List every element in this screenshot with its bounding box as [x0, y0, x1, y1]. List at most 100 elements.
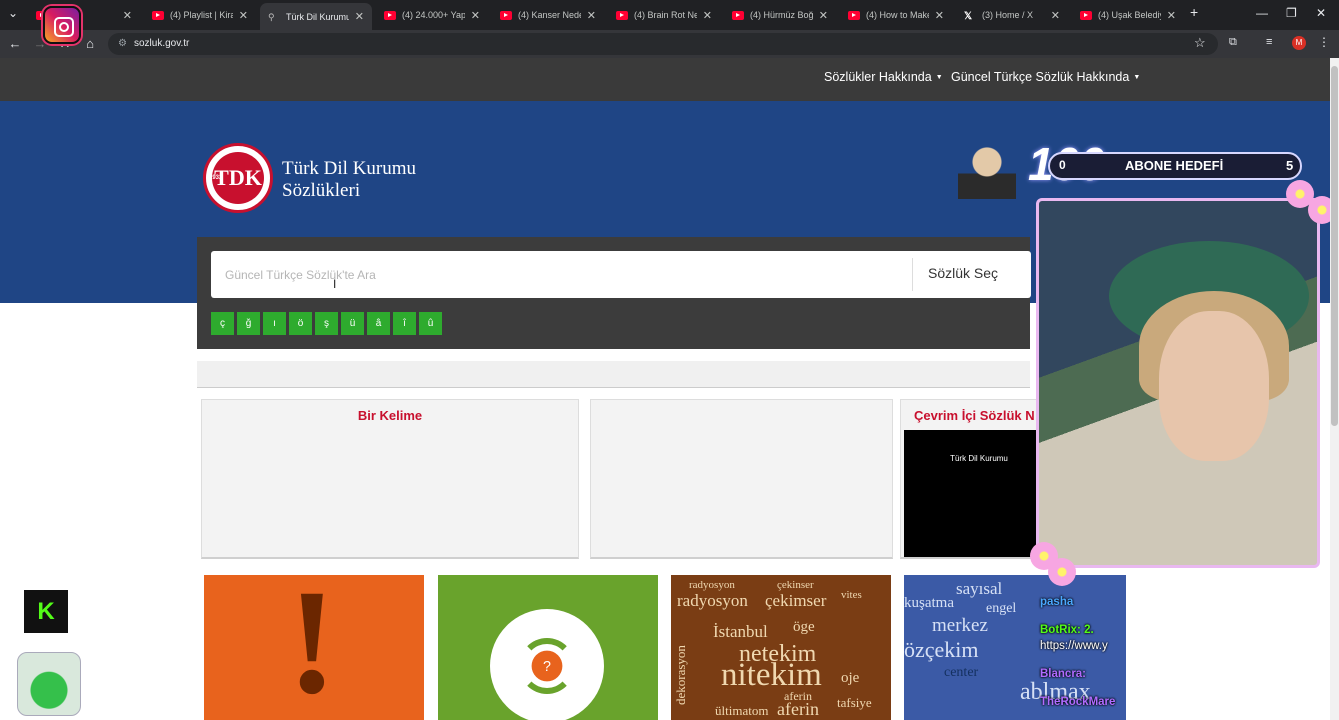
cloud-word: engel	[986, 601, 1017, 616]
tile-exclamation[interactable]: !	[204, 575, 424, 720]
nav-guncel-turkce-sozluk-hakkinda[interactable]: Güncel Türkçe Sözlük Hakkında ▼	[951, 70, 1140, 84]
media-control-icon[interactable]: ≡	[1266, 36, 1272, 48]
exclamation-icon: !	[287, 575, 337, 720]
kick-logo: K	[24, 590, 68, 633]
tab-label: (4) Uşak Belediye	[1098, 10, 1161, 20]
ataturk-portrait	[958, 142, 1016, 199]
tab-label: (4) Hürmüz Boğa	[750, 10, 813, 20]
cloud-word: dekorasyon	[673, 645, 688, 705]
caret-down-icon: ▼	[1133, 74, 1141, 82]
youtube-icon	[500, 10, 512, 20]
chat-message: BotRix: 2.	[1040, 624, 1094, 636]
maximize-icon[interactable]: ❐	[1286, 6, 1297, 20]
caret-down-icon: ▼	[935, 74, 943, 82]
close-icon[interactable]: ✕	[819, 9, 828, 22]
browser-tab[interactable]: (4) 24.000+ Yaptı ✕	[376, 4, 488, 26]
window-close-icon[interactable]: ✕	[1316, 6, 1326, 20]
special-char-keys: ç ğ ı ö ş ü â î û	[211, 312, 442, 335]
browser-tab[interactable]: (4) Playlist | Kiraz ✕	[144, 4, 256, 26]
youtube-icon	[848, 10, 860, 20]
char-key[interactable]: ı	[263, 312, 286, 335]
nav-label: Güncel Türkçe Sözlük Hakkında	[951, 70, 1130, 84]
close-icon[interactable]: ✕	[123, 9, 132, 22]
close-icon[interactable]: ✕	[935, 9, 944, 22]
stream-chat: pasha BotRix: 2. https://www.y Blancra: …	[1036, 590, 1336, 720]
char-key[interactable]: ç	[211, 312, 234, 335]
question-icon: ?	[531, 650, 563, 682]
chat-message: Blancra:	[1040, 668, 1086, 680]
bookmark-star-icon[interactable]: ☆	[1194, 35, 1206, 51]
close-icon[interactable]: ✕	[471, 9, 480, 22]
youtube-icon	[384, 10, 396, 20]
subscriber-goal-bar: 0 ABONE HEDEFİ 5	[1048, 152, 1302, 180]
minimize-icon[interactable]: —	[1256, 6, 1268, 20]
browser-tab[interactable]: 𝕏 (3) Home / X ✕	[956, 4, 1068, 26]
close-icon[interactable]: ✕	[355, 10, 364, 23]
scrollbar-thumb[interactable]	[1331, 66, 1338, 426]
char-key[interactable]: ö	[289, 312, 312, 335]
char-key[interactable]: ş	[315, 312, 338, 335]
cloud-word: kuşatma	[904, 595, 954, 611]
tile-word-cloud[interactable]: radyosyon çekinser vites radyosyon çekim…	[671, 575, 891, 720]
close-icon[interactable]: ✕	[1051, 9, 1060, 22]
cloud-word: center	[944, 665, 979, 680]
close-icon[interactable]: ✕	[1167, 9, 1176, 22]
browser-tab[interactable]: (4) Kanser Neden ✕	[492, 4, 604, 26]
site-info-icon[interactable]: ⚙	[118, 33, 127, 55]
cloud-word: vites	[841, 589, 862, 601]
cloud-word: oje	[841, 670, 860, 686]
char-key[interactable]: â	[367, 312, 390, 335]
divider	[912, 258, 913, 291]
char-key[interactable]: ü	[341, 312, 364, 335]
close-icon[interactable]: ✕	[587, 9, 596, 22]
chat-username: pasha	[1040, 596, 1074, 608]
browser-tab[interactable]: (4) Hürmüz Boğa ✕	[724, 4, 836, 26]
browser-tab[interactable]: (4) Brain Rot Ned ✕	[608, 4, 720, 26]
cloud-word: radyosyon	[689, 579, 735, 591]
x-icon: 𝕏	[964, 10, 973, 22]
menu-icon[interactable]: ⋮	[1318, 35, 1330, 49]
close-icon[interactable]: ✕	[239, 9, 248, 22]
tdk-icon: ⚲	[268, 12, 275, 22]
cloud-word: merkez	[932, 615, 988, 636]
profile-avatar[interactable]: M	[1292, 36, 1306, 50]
info-card	[590, 399, 893, 559]
dictionary-select[interactable]: Sözlük Seç	[928, 265, 998, 281]
tab-label: (4) Brain Rot Ned	[634, 10, 697, 20]
flower-decoration	[1048, 558, 1076, 586]
cloud-word: sayısal	[956, 579, 1003, 598]
youtube-icon	[616, 10, 628, 20]
goal-current: 0	[1059, 158, 1066, 172]
char-key[interactable]: î	[393, 312, 416, 335]
youtube-icon	[1080, 10, 1092, 20]
nav-sozlukler-hakkinda[interactable]: Sözlükler Hakkında ▼	[824, 70, 943, 84]
browser-tab[interactable]: (4) Uşak Belediye ✕	[1072, 4, 1184, 26]
address-bar-row: ← → ✕ ⌂ ⚙ sozluk.gov.tr ☆ ⧉ ≡ M ⋮	[0, 30, 1339, 58]
tile-question[interactable]: ?	[438, 575, 658, 720]
new-tab-button[interactable]: +	[1190, 4, 1198, 20]
tab-label: (4) How to Make	[866, 10, 929, 20]
site-navbar: Sözlükler Hakkında ▼ Güncel Türkçe Sözlük…	[0, 58, 1330, 101]
tab-label: (4) 24.000+ Yaptı	[402, 10, 465, 20]
tdk-logo[interactable]: TDK 1932	[203, 143, 273, 213]
search-input[interactable]	[225, 265, 885, 285]
char-key[interactable]: ğ	[237, 312, 260, 335]
url-input[interactable]: ⚙ sozluk.gov.tr	[108, 33, 1218, 55]
char-key[interactable]: û	[419, 312, 442, 335]
tab-label: Türk Dil Kurumu S	[286, 11, 349, 22]
back-icon[interactable]: ←	[7, 36, 23, 51]
chat-text: https://www.y	[1040, 640, 1108, 652]
cloud-word: çekimser	[765, 591, 827, 610]
extensions-icon[interactable]: ⧉	[1229, 36, 1237, 49]
browser-tab[interactable]: (4) How to Make ✕	[840, 4, 952, 26]
url-text: sozluk.gov.tr	[134, 38, 190, 49]
browser-tab-active[interactable]: ⚲ Türk Dil Kurumu S ✕	[260, 3, 372, 30]
video-player[interactable]: Türk Dil Kurumu	[904, 430, 1039, 557]
tab-search-icon[interactable]: ⌄	[8, 6, 18, 20]
cloud-word: çekinser	[777, 579, 814, 591]
online-dictionary-card: Çevrim İçi Sözlük N Türk Dil Kurumu	[900, 399, 1040, 559]
jar-decoration	[17, 652, 81, 716]
close-icon[interactable]: ✕	[703, 9, 712, 22]
webcam-face	[1159, 311, 1269, 461]
home-icon[interactable]: ⌂	[82, 36, 98, 51]
